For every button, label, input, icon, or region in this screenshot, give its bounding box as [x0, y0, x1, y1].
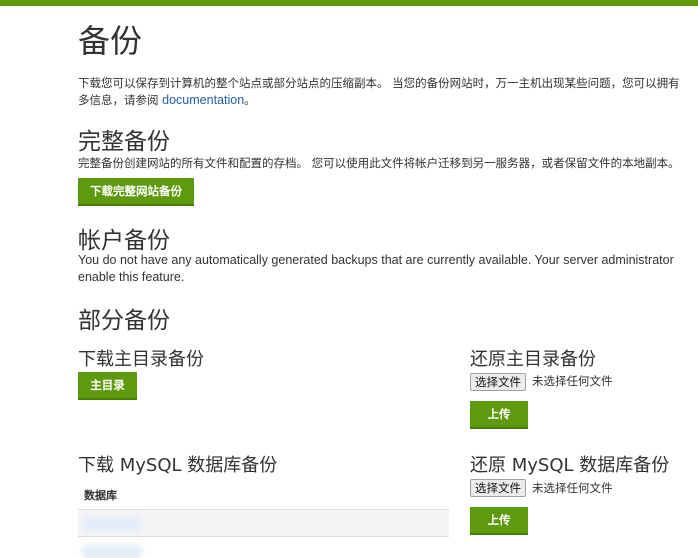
redacted-database-name — [82, 517, 142, 531]
download-full-backup-button[interactable]: 下载完整网站备份 — [78, 178, 194, 206]
full-backup-description: 完整备份创建网站的所有文件和配置的存档。 您可以使用此文件将帐户迁移到另一服务器… — [78, 156, 680, 170]
download-mysql-heading: 下载 MySQL 数据库备份 — [78, 455, 278, 476]
table-row[interactable] — [78, 509, 449, 537]
intro-text-line1: 下载您可以保存到计算机的整个站点或部分站点的压缩副本。 当您的备份网站时，万一主… — [78, 76, 680, 90]
restore-home-upload-button[interactable]: 上传 — [470, 401, 528, 429]
restore-home-heading: 还原主目录备份 — [470, 349, 596, 370]
intro-suffix: 。 — [244, 93, 256, 107]
intro-text-line2: 多信息，请参阅 documentation。 — [78, 92, 256, 108]
account-backup-description-line1: You do not have any automatically genera… — [78, 253, 674, 267]
restore-mysql-upload-button[interactable]: 上传 — [470, 507, 528, 535]
table-row[interactable] — [78, 538, 449, 558]
restore-home-file-status: 未选择任何文件 — [532, 374, 613, 388]
restore-mysql-heading: 还原 MySQL 数据库备份 — [470, 455, 670, 476]
download-home-heading: 下载主目录备份 — [78, 349, 204, 370]
partial-backup-heading: 部分备份 — [78, 308, 170, 334]
restore-home-choose-file-button[interactable]: 选择文件 — [470, 373, 526, 391]
database-table-header: 数据库 — [84, 489, 117, 502]
documentation-link[interactable]: documentation — [162, 93, 244, 107]
redacted-database-name — [82, 545, 142, 558]
full-backup-heading: 完整备份 — [78, 129, 170, 155]
restore-mysql-choose-file-button[interactable]: 选择文件 — [470, 479, 526, 497]
home-directory-button[interactable]: 主目录 — [78, 372, 137, 400]
page-title: 备份 — [78, 22, 143, 60]
account-backup-description-line2: enable this feature. — [78, 270, 185, 284]
account-backup-heading: 帐户备份 — [78, 228, 170, 254]
intro-prefix: 多信息，请参阅 — [78, 93, 163, 107]
top-accent-bar — [0, 0, 698, 6]
restore-mysql-file-status: 未选择任何文件 — [532, 481, 613, 495]
